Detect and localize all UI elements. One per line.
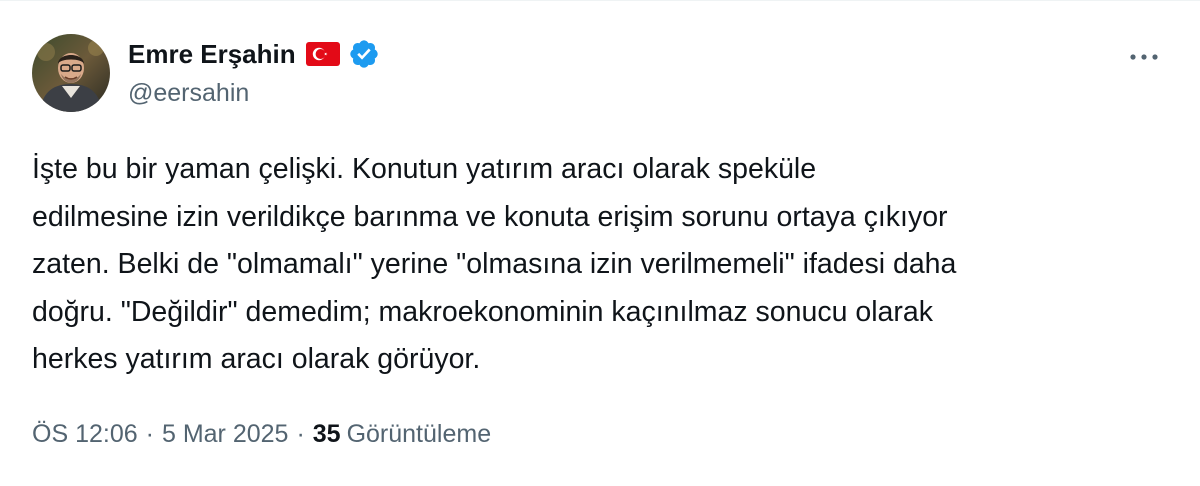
more-options-icon xyxy=(1130,54,1158,60)
tweet-card: Emre Erşahin @eersahin İşte bu bir yaman… xyxy=(0,0,1200,486)
author-display-name[interactable]: Emre Erşahin xyxy=(128,36,296,72)
verified-badge-icon[interactable] xyxy=(348,38,380,70)
turkey-flag-icon xyxy=(305,42,340,66)
views-label[interactable]: Görüntüleme xyxy=(347,416,492,452)
author-name-row: Emre Erşahin xyxy=(128,36,380,72)
author-handle[interactable]: @eersahin xyxy=(128,76,249,110)
tweet-meta: ÖS 12:06 · 5 Mar 2025 · 35 Görüntüleme xyxy=(32,416,491,452)
tweet-time[interactable]: ÖS 12:06 xyxy=(32,416,138,452)
avatar-image xyxy=(32,34,110,112)
tweet-date[interactable]: 5 Mar 2025 xyxy=(162,416,288,452)
meta-separator: · xyxy=(145,420,154,448)
tweet-text: İşte bu bir yaman çelişki. Konutun yatır… xyxy=(32,153,957,375)
more-options-button[interactable] xyxy=(1122,40,1166,74)
avatar[interactable] xyxy=(32,34,110,112)
meta-separator: · xyxy=(296,420,305,448)
views-count[interactable]: 35 xyxy=(313,416,341,452)
